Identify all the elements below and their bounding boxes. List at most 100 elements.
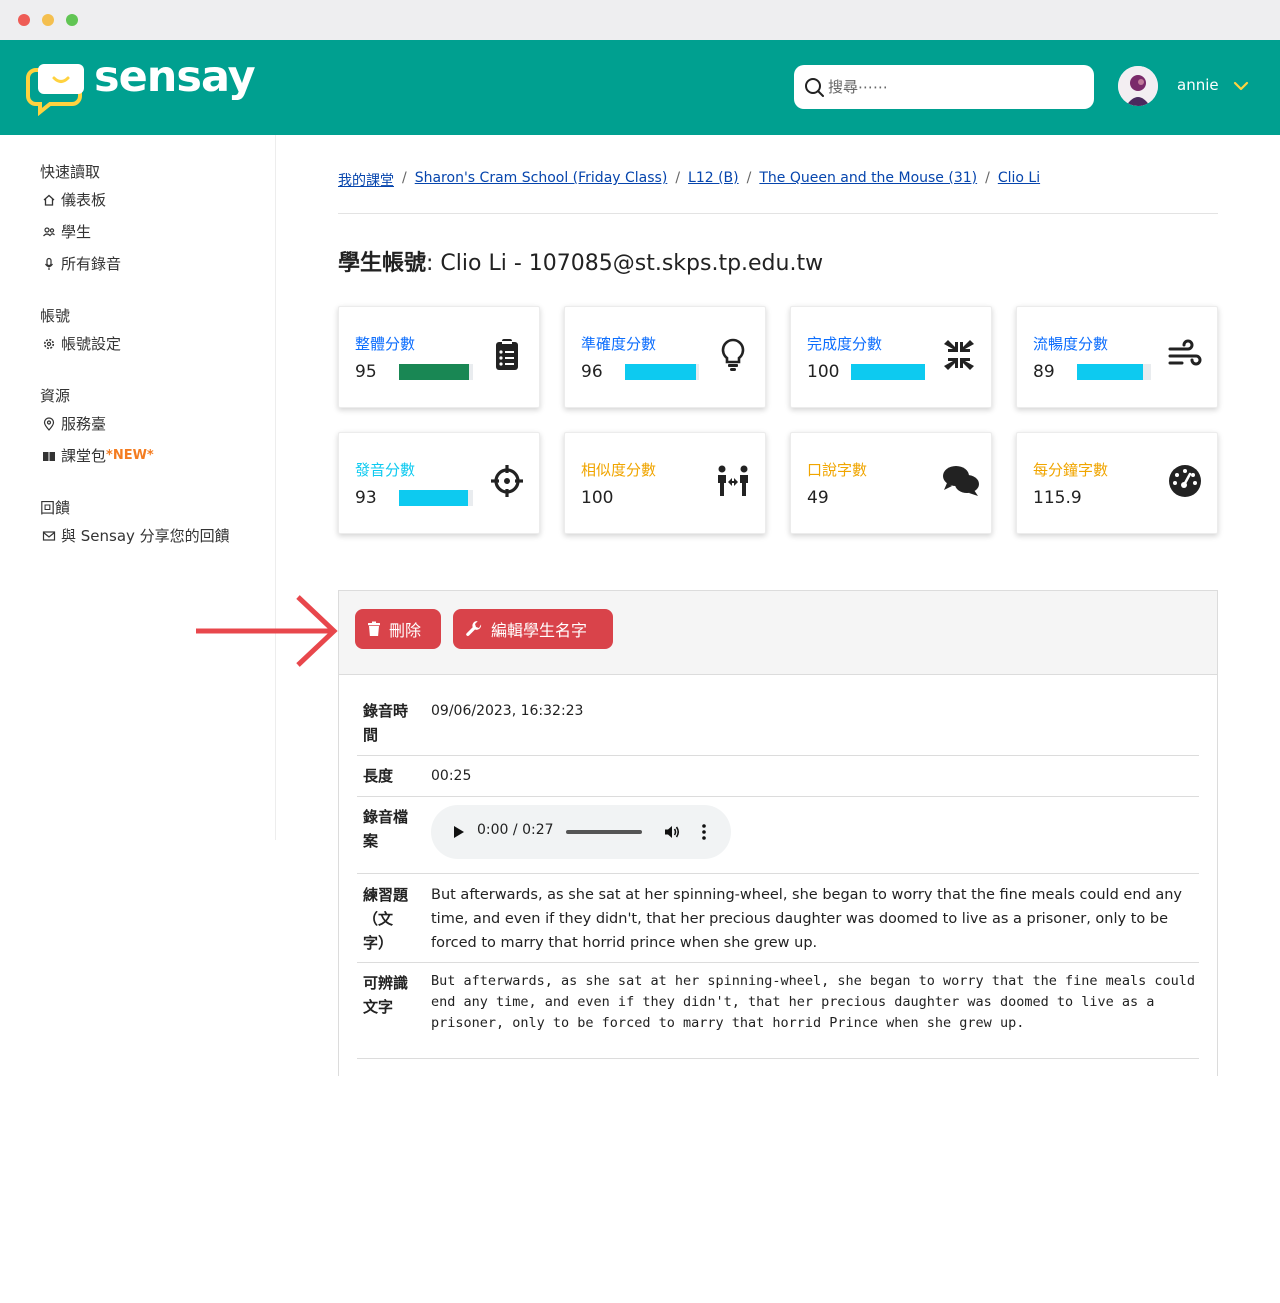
breadcrumb-link-my-classes[interactable]: 我的課堂 — [338, 170, 394, 190]
crosshairs-icon — [489, 463, 525, 499]
score-card-label: 整體分數 — [355, 335, 416, 353]
sidebar-section-quick-access: 快速讀取 — [40, 163, 101, 181]
exercise-text-value: But afterwards, as she sat at her spinni… — [431, 887, 1182, 951]
delete-button-label: 刪除 — [389, 621, 422, 640]
recognized-text-label: 可辨識文字 — [363, 974, 409, 1016]
sidebar-item-label: 課堂包 — [61, 447, 107, 465]
window-zoom-button[interactable] — [66, 14, 78, 26]
search-input[interactable] — [828, 73, 1078, 101]
breadcrumb: 我的課堂 / Sharon's Cram School (Friday Clas… — [338, 170, 1041, 190]
mail-icon — [42, 530, 56, 541]
sidebar-item-account-settings[interactable]: 帳號設定 — [42, 333, 121, 354]
microphone-icon — [45, 257, 53, 270]
sidebar-item-all-recordings[interactable]: 所有錄音 — [42, 253, 121, 274]
window-chrome — [0, 0, 1280, 40]
play-icon[interactable] — [453, 825, 465, 839]
score-progress-bar — [399, 364, 473, 380]
score-card-label: 完成度分數 — [807, 335, 883, 353]
score-progress-bar — [851, 364, 925, 380]
sidebar-item-label: 儀表板 — [61, 191, 107, 209]
book-icon — [43, 451, 55, 461]
score-card: 流暢度分數 89 — [1016, 306, 1218, 408]
score-progress-fill — [1077, 364, 1143, 380]
sidebar-section-feedback: 回饋 — [40, 499, 71, 517]
row-divider — [357, 796, 1199, 797]
score-card: 相似度分數 100 — [564, 432, 766, 534]
length-label: 長度 — [363, 767, 394, 785]
score-progress-bar — [399, 490, 473, 506]
score-progress-fill — [851, 364, 925, 380]
score-card-label: 發音分數 — [355, 461, 416, 479]
edit-student-name-label: 編輯學生名字 — [491, 621, 588, 640]
breadcrumb-link-assignment[interactable]: The Queen and the Mouse (31) — [759, 170, 977, 190]
username[interactable]: annie — [1177, 76, 1219, 94]
sidebar-item-share-feedback[interactable]: 與 Sensay 分享您的回饋 — [42, 525, 230, 546]
score-card-label: 口說字數 — [807, 461, 868, 479]
score-card-label: 相似度分數 — [581, 461, 657, 479]
audio-progress-slider[interactable] — [566, 830, 642, 834]
score-card: 完成度分數 100 — [790, 306, 992, 408]
sidebar-item-dashboard[interactable]: 儀表板 — [42, 189, 106, 210]
score-card-value: 95 — [355, 362, 377, 382]
score-card-label: 每分鐘字數 — [1033, 461, 1109, 479]
score-card-value: 96 — [581, 362, 603, 382]
length-value: 00:25 — [431, 768, 472, 784]
sidebar-section-resources: 資源 — [40, 387, 71, 405]
panel-toolbar: 刪除 編輯學生名字 — [339, 591, 1217, 675]
audio-player[interactable]: 0:00 / 0:27 — [431, 805, 731, 859]
lightbulb-icon — [715, 337, 751, 373]
search-box[interactable] — [794, 65, 1094, 109]
score-card-value: 100 — [581, 488, 614, 508]
top-header: sensay annie — [0, 40, 1280, 135]
new-badge: *NEW* — [106, 448, 154, 463]
users-icon — [43, 226, 55, 236]
divider — [338, 213, 1218, 214]
recording-panel: 刪除 編輯學生名字 錄音時間 09/06/2023, 16:32:23 長度 0… — [338, 590, 1218, 1076]
score-card: 每分鐘字數 115.9 — [1016, 432, 1218, 534]
breadcrumb-link-student[interactable]: Clio Li — [998, 170, 1040, 190]
recognized-text-value: But afterwards, as she sat at her spinni… — [431, 973, 1196, 1031]
volume-icon[interactable] — [663, 823, 681, 841]
recorded-time-label: 錄音時間 — [363, 702, 409, 744]
sidebar-item-students[interactable]: 學生 — [42, 221, 91, 242]
window-minimize-button[interactable] — [42, 14, 54, 26]
score-card-value: 115.9 — [1033, 488, 1082, 508]
gear-icon — [43, 338, 55, 349]
sidebar-item-label: 與 Sensay 分享您的回饋 — [61, 527, 230, 545]
score-card-label: 流暢度分數 — [1033, 335, 1109, 353]
score-progress-fill — [399, 364, 470, 380]
score-card: 準確度分數 96 — [564, 306, 766, 408]
chevron-down-icon[interactable] — [1233, 78, 1249, 94]
row-divider — [357, 962, 1199, 963]
score-progress-fill — [399, 490, 468, 506]
wrench-icon — [466, 621, 482, 636]
score-card: 口說字數 49 — [790, 432, 992, 534]
score-card-value: 49 — [807, 488, 829, 508]
sidebar-item-label: 所有錄音 — [61, 255, 122, 273]
avatar[interactable] — [1118, 66, 1158, 106]
sidebar-item-class-packs[interactable]: 課堂包 *NEW* — [42, 445, 154, 466]
location-pin-icon — [43, 416, 55, 431]
edit-student-name-button[interactable]: 編輯學生名字 — [453, 609, 613, 649]
compress-arrows-icon — [941, 337, 977, 373]
annotation-arrow-icon — [196, 595, 338, 667]
score-card: 整體分數 95 — [338, 306, 540, 408]
page-title-label: 學生帳號 — [338, 251, 427, 276]
comments-icon — [941, 463, 979, 499]
delete-button[interactable]: 刪除 — [355, 609, 441, 649]
sensay-logo-icon[interactable] — [24, 62, 86, 116]
sidebar-item-label: 學生 — [61, 223, 92, 241]
score-card-value: 100 — [807, 362, 840, 382]
clipboard-list-icon — [489, 337, 525, 373]
sidebar-item-help-desk[interactable]: 服務臺 — [42, 413, 106, 434]
score-card-label: 準確度分數 — [581, 335, 657, 353]
breadcrumb-link-school[interactable]: Sharon's Cram School (Friday Class) — [415, 170, 668, 190]
more-options-icon[interactable] — [701, 823, 707, 841]
brand-name[interactable]: sensay — [94, 52, 256, 102]
audio-file-label: 錄音檔案 — [363, 808, 409, 850]
sidebar-item-label: 帳號設定 — [61, 335, 122, 353]
score-progress-bar — [625, 364, 699, 380]
window-close-button[interactable] — [18, 14, 30, 26]
row-divider — [357, 755, 1199, 756]
breadcrumb-link-class[interactable]: L12 (B) — [688, 170, 739, 190]
